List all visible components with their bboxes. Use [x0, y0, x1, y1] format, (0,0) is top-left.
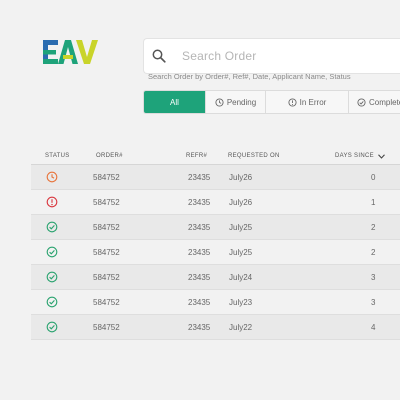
- check-circle-icon: [46, 221, 58, 233]
- filter-in-error-label: In Error: [299, 97, 327, 107]
- table-header: STATUS ORDER# REFR# REQUESTED ON DAYS SI…: [31, 148, 400, 165]
- table-row[interactable]: 584752 23435 July25 2: [31, 215, 400, 240]
- ref-number: 23435: [188, 272, 211, 282]
- header-order[interactable]: ORDER#: [73, 153, 137, 159]
- table-row[interactable]: 584752 23435 July22 4: [31, 315, 400, 340]
- status-cell: [31, 196, 73, 208]
- requested-on: July25: [229, 222, 253, 232]
- header-status[interactable]: STATUS: [31, 153, 73, 159]
- header-days-since-label: DAYS SINCE: [335, 153, 374, 159]
- days-since: 2: [371, 247, 376, 257]
- days-since: 3: [371, 272, 376, 282]
- table-row[interactable]: 584752 23435 July26 0: [31, 165, 400, 190]
- header-ref[interactable]: REFR#: [137, 153, 219, 159]
- filter-complete[interactable]: Complete: [349, 91, 400, 113]
- clock-icon: [46, 171, 58, 183]
- clock-icon: [215, 97, 224, 107]
- order-number: 584752: [93, 172, 120, 182]
- ref-number: 23435: [188, 297, 211, 307]
- status-cell: [31, 296, 73, 308]
- check-circle-icon: [357, 97, 366, 107]
- requested-on: July23: [229, 297, 253, 307]
- status-cell: [31, 171, 73, 183]
- order-number: 584752: [93, 197, 120, 207]
- requested-on: July24: [229, 272, 253, 282]
- status-cell: [31, 271, 73, 283]
- search-input[interactable]: [180, 48, 384, 64]
- check-circle-icon: [46, 321, 58, 333]
- check-circle-icon: [46, 271, 58, 283]
- table-row[interactable]: 584752 23435 July24 3: [31, 265, 400, 290]
- status-cell: [31, 246, 73, 258]
- order-number: 584752: [93, 222, 120, 232]
- requested-on: July22: [229, 322, 253, 332]
- check-circle-icon: [46, 296, 58, 308]
- order-number: 584752: [93, 272, 120, 282]
- filter-pending[interactable]: Pending: [206, 91, 266, 113]
- filter-all-label: All: [170, 97, 179, 107]
- order-number: 584752: [93, 322, 120, 332]
- order-number: 584752: [93, 297, 120, 307]
- days-since: 2: [371, 222, 376, 232]
- days-since: 0: [371, 172, 376, 182]
- filter-all[interactable]: All: [144, 91, 206, 113]
- search-hint: Search Order by Order#, Ref#, Date, Appl…: [148, 72, 351, 81]
- header-days-since[interactable]: DAYS SINCE: [315, 153, 400, 159]
- status-cell: [31, 321, 73, 333]
- ref-number: 23435: [188, 247, 211, 257]
- requested-on: July25: [229, 247, 253, 257]
- order-number: 584752: [93, 247, 120, 257]
- table-row[interactable]: 584752 23435 July25 2: [31, 240, 400, 265]
- requested-on: July26: [229, 197, 253, 207]
- check-circle-icon: [46, 246, 58, 258]
- orders-table: STATUS ORDER# REFR# REQUESTED ON DAYS SI…: [31, 148, 400, 340]
- days-since: 3: [371, 297, 376, 307]
- table-row[interactable]: 584752 23435 July23 3: [31, 290, 400, 315]
- filter-in-error[interactable]: In Error: [266, 91, 349, 113]
- status-filter-tabs: All Pending In Error Complete: [143, 90, 400, 114]
- filter-pending-label: Pending: [226, 97, 257, 107]
- ref-number: 23435: [188, 197, 211, 207]
- table-body: 584752 23435 July26 0 584752 23435 July26 1 5847…: [31, 165, 400, 340]
- header-requested-on[interactable]: REQUESTED ON: [219, 153, 315, 159]
- filter-complete-label: Complete: [369, 97, 400, 107]
- alert-icon: [46, 196, 58, 208]
- requested-on: July26: [229, 172, 253, 182]
- days-since: 4: [371, 322, 376, 332]
- eav-logo: [43, 40, 98, 64]
- ref-number: 23435: [188, 322, 211, 332]
- status-cell: [31, 221, 73, 233]
- ref-number: 23435: [188, 172, 211, 182]
- search-icon: [152, 49, 166, 63]
- days-since: 1: [371, 197, 376, 207]
- chevron-down-icon[interactable]: [378, 153, 385, 159]
- alert-icon: [288, 97, 297, 107]
- search-bar[interactable]: [143, 38, 400, 74]
- ref-number: 23435: [188, 222, 211, 232]
- table-row[interactable]: 584752 23435 July26 1: [31, 190, 400, 215]
